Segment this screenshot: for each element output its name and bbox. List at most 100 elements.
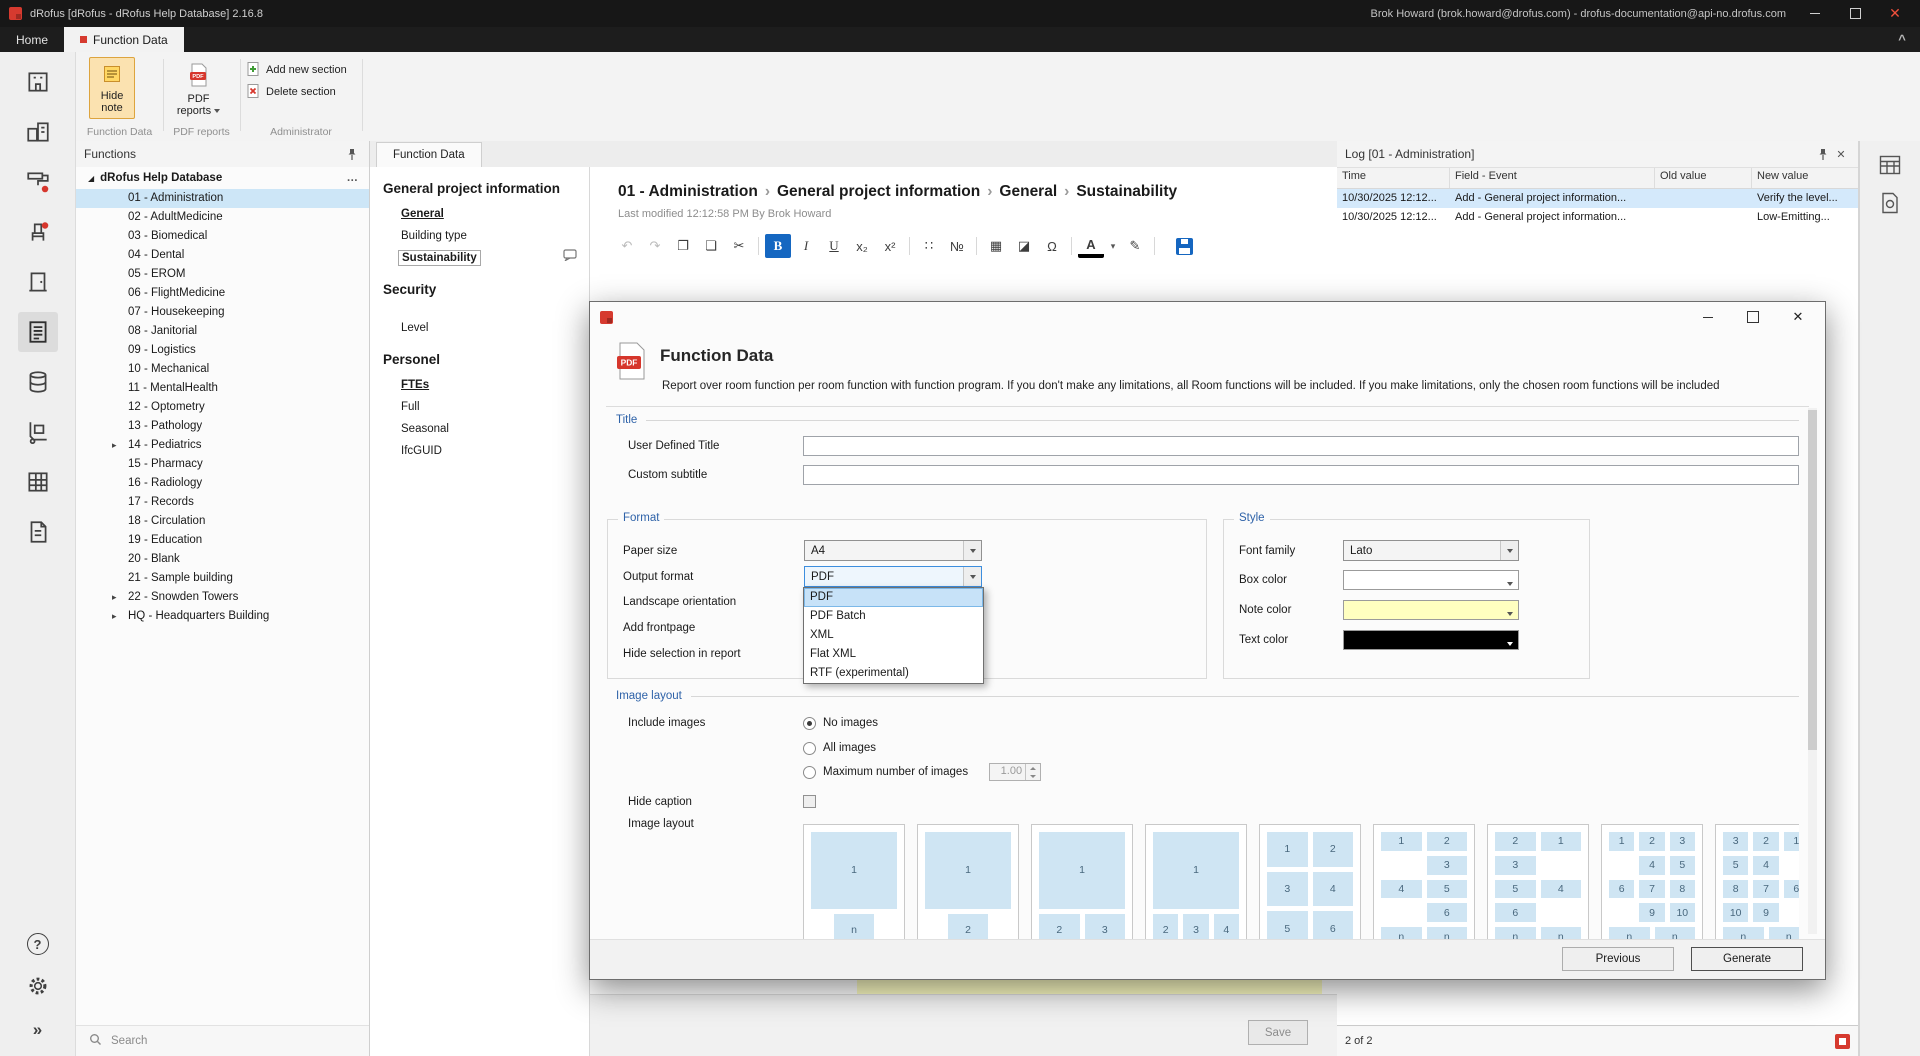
- italic-icon[interactable]: I: [793, 234, 819, 258]
- tree-item[interactable]: 20 - Blank: [76, 550, 369, 569]
- buildings-module-icon[interactable]: [18, 112, 58, 152]
- nav-item[interactable]: Full: [398, 400, 423, 414]
- pin-icon[interactable]: [1814, 145, 1832, 163]
- spinner-arrows-icon[interactable]: [1025, 764, 1040, 780]
- tree-item[interactable]: 05 - EROM: [76, 265, 369, 284]
- text-color-dropdown-icon[interactable]: ▾: [1106, 234, 1120, 258]
- tree-item[interactable]: 02 - AdultMedicine: [76, 208, 369, 227]
- tree-item[interactable]: 08 - Janitorial: [76, 322, 369, 341]
- hide-caption-checkbox[interactable]: [803, 795, 816, 808]
- dialog-maximize-icon[interactable]: [1736, 303, 1770, 331]
- finishes-module-icon[interactable]: [18, 162, 58, 202]
- nav-item[interactable]: Building type: [398, 229, 470, 243]
- breadcrumb-field[interactable]: Sustainability: [1076, 183, 1177, 200]
- generate-button[interactable]: Generate: [1691, 947, 1803, 971]
- nav-item[interactable]: IfcGUID: [398, 444, 445, 458]
- hide-note-button[interactable]: Hide note: [89, 57, 135, 119]
- image-layout-option[interactable]: 1n: [803, 824, 905, 940]
- superscript-icon[interactable]: x²: [877, 234, 903, 258]
- chevron-right-icon[interactable]: ▸: [112, 607, 117, 626]
- log-row[interactable]: 10/30/2025 12:12... Add - General projec…: [1337, 208, 1858, 227]
- image-layout-option[interactable]: 1234: [1145, 824, 1247, 940]
- image-layout-option[interactable]: 12345678910nn: [1601, 824, 1703, 940]
- radio-icon[interactable]: [803, 766, 816, 779]
- log-col-field-event[interactable]: Field - Event: [1450, 168, 1655, 188]
- document-tab-function-data[interactable]: Function Data: [376, 142, 482, 167]
- tree-item[interactable]: 10 - Mechanical: [76, 360, 369, 379]
- properties-panel-icon[interactable]: [1876, 151, 1904, 179]
- nav-item[interactable]: FTEs: [398, 378, 432, 392]
- copy-icon[interactable]: ❐: [670, 234, 696, 258]
- rooms-module-icon[interactable]: [18, 62, 58, 102]
- radio-max-images[interactable]: Maximum number of images 1.00: [803, 764, 1041, 780]
- max-images-spinner[interactable]: 1.00: [989, 763, 1041, 781]
- log-col-old-value[interactable]: Old value: [1655, 168, 1752, 188]
- tree-item[interactable]: ▸HQ - Headquarters Building: [76, 607, 369, 626]
- font-family-select[interactable]: Lato: [1343, 540, 1519, 561]
- chevron-right-icon[interactable]: ▸: [112, 588, 117, 607]
- dialog-titlebar[interactable]: [590, 302, 1825, 332]
- add-new-section-button[interactable]: Add new section: [246, 60, 347, 80]
- tree-item[interactable]: 04 - Dental: [76, 246, 369, 265]
- nav-item[interactable]: Seasonal: [398, 422, 452, 436]
- settings-gear-icon[interactable]: [27, 975, 49, 1000]
- save-note-icon[interactable]: [1171, 234, 1197, 258]
- close-icon[interactable]: [1880, 0, 1910, 27]
- special-character-icon[interactable]: Ω: [1039, 234, 1065, 258]
- nav-item[interactable]: General: [398, 207, 447, 221]
- tree-item[interactable]: 21 - Sample building: [76, 569, 369, 588]
- help-icon[interactable]: [27, 933, 49, 955]
- tree-item[interactable]: 11 - MentalHealth: [76, 379, 369, 398]
- products-module-icon[interactable]: [18, 362, 58, 402]
- table-icon[interactable]: ▦: [983, 234, 1009, 258]
- output-format-option[interactable]: PDF: [804, 588, 983, 607]
- minimize-icon[interactable]: [1800, 0, 1830, 27]
- image-icon[interactable]: ◪: [1011, 234, 1037, 258]
- logistics-module-icon[interactable]: [18, 412, 58, 452]
- image-layout-option[interactable]: 213546nn: [1487, 824, 1589, 940]
- image-layout-option[interactable]: 123456nn: [1373, 824, 1475, 940]
- radio-all-images[interactable]: All images: [803, 740, 876, 756]
- maximize-icon[interactable]: [1840, 0, 1870, 27]
- tree-item[interactable]: 16 - Radiology: [76, 474, 369, 493]
- tree-item[interactable]: 13 - Pathology: [76, 417, 369, 436]
- tab-home[interactable]: Home: [0, 27, 64, 52]
- output-format-option[interactable]: XML: [804, 626, 983, 645]
- nav-item[interactable]: Level: [398, 321, 432, 335]
- box-color-picker[interactable]: [1343, 570, 1519, 590]
- log-col-time[interactable]: Time: [1337, 168, 1450, 188]
- subscript-icon[interactable]: x₂: [849, 234, 875, 258]
- breadcrumb-subsection[interactable]: General: [999, 183, 1057, 200]
- tree-item[interactable]: 06 - FlightMedicine: [76, 284, 369, 303]
- numbered-list-icon[interactable]: №: [944, 234, 970, 258]
- image-layout-option[interactable]: 32154876109nn: [1715, 824, 1799, 940]
- log-indicator-icon[interactable]: [1835, 1034, 1850, 1049]
- tree-item[interactable]: 18 - Circulation: [76, 512, 369, 531]
- text-color-icon[interactable]: A: [1078, 234, 1104, 258]
- doors-module-icon[interactable]: [18, 262, 58, 302]
- paste-icon[interactable]: ❏: [698, 234, 724, 258]
- text-color-swatch[interactable]: [1343, 630, 1519, 650]
- output-format-option[interactable]: Flat XML: [804, 645, 983, 664]
- radio-no-images[interactable]: No images: [803, 715, 878, 731]
- chevron-right-icon[interactable]: ▸: [112, 436, 117, 455]
- note-bubble-icon[interactable]: [563, 249, 577, 264]
- radio-icon[interactable]: [803, 717, 816, 730]
- systems-module-icon[interactable]: [18, 462, 58, 502]
- pin-icon[interactable]: [343, 145, 361, 163]
- log-col-new-value[interactable]: New value: [1752, 168, 1858, 188]
- collapse-ribbon-icon[interactable]: [1884, 27, 1920, 52]
- output-format-select[interactable]: PDF: [804, 566, 982, 587]
- image-layout-option[interactable]: 123: [1031, 824, 1133, 940]
- undo-icon[interactable]: ↶: [614, 234, 640, 258]
- pdf-reports-button[interactable]: PDF PDF reports: [171, 57, 226, 119]
- tree-item[interactable]: 12 - Optometry: [76, 398, 369, 417]
- save-button[interactable]: Save: [1248, 1020, 1308, 1045]
- nav-item[interactable]: Sustainability: [398, 250, 481, 266]
- tree-item[interactable]: ▸22 - Snowden Towers: [76, 588, 369, 607]
- dialog-minimize-icon[interactable]: [1691, 303, 1725, 331]
- tree-item[interactable]: 09 - Logistics: [76, 341, 369, 360]
- output-format-option[interactable]: RTF (experimental): [804, 664, 983, 683]
- tree-item[interactable]: 01 - Administration: [76, 189, 369, 208]
- underline-icon[interactable]: U: [821, 234, 847, 258]
